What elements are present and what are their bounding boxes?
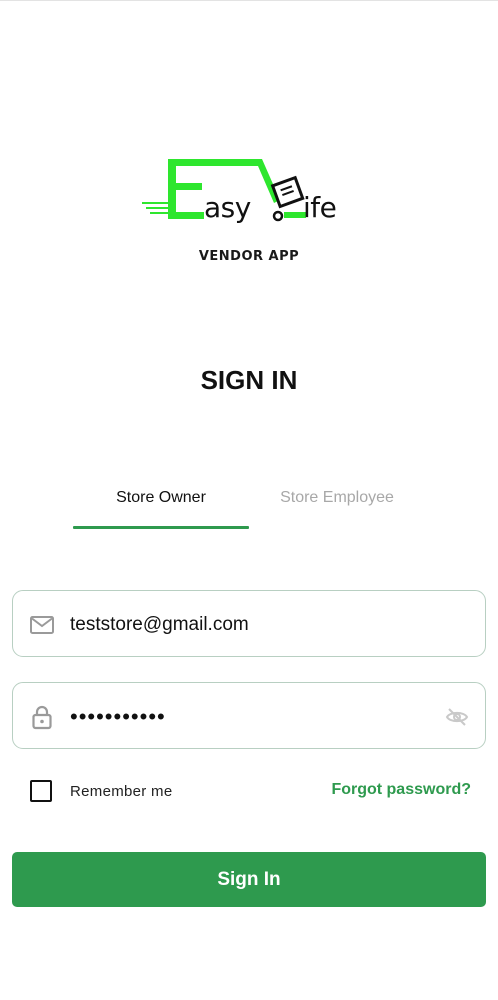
active-tab-indicator bbox=[73, 526, 249, 529]
remember-me-toggle[interactable]: Remember me bbox=[30, 779, 173, 803]
mail-icon bbox=[29, 612, 55, 638]
tab-store-employee[interactable]: Store Employee bbox=[249, 478, 425, 528]
logo-word-life: ife bbox=[303, 191, 337, 224]
page-title: SIGN IN bbox=[200, 365, 298, 395]
easy-life-logo: asy ife bbox=[140, 155, 360, 235]
lock-icon bbox=[29, 704, 55, 730]
role-tabs: Store Owner Store Employee bbox=[73, 478, 425, 530]
logo-tagline: VENDOR APP bbox=[198, 249, 300, 264]
eye-off-icon[interactable] bbox=[445, 705, 469, 729]
forgot-password-link[interactable]: Forgot password? bbox=[331, 781, 471, 799]
email-field[interactable] bbox=[12, 590, 486, 658]
logo-word-easy: asy bbox=[204, 191, 251, 224]
status-divider bbox=[0, 0, 498, 1]
remember-me-checkbox[interactable] bbox=[30, 780, 52, 802]
sign-in-button[interactable]: Sign In bbox=[12, 852, 486, 907]
remember-me-label: Remember me bbox=[70, 782, 173, 800]
password-field[interactable]: ••••••••••• bbox=[12, 682, 486, 749]
email-input[interactable] bbox=[70, 591, 430, 658]
password-input[interactable]: ••••••••••• bbox=[70, 683, 430, 750]
tab-store-owner[interactable]: Store Owner bbox=[73, 478, 249, 528]
